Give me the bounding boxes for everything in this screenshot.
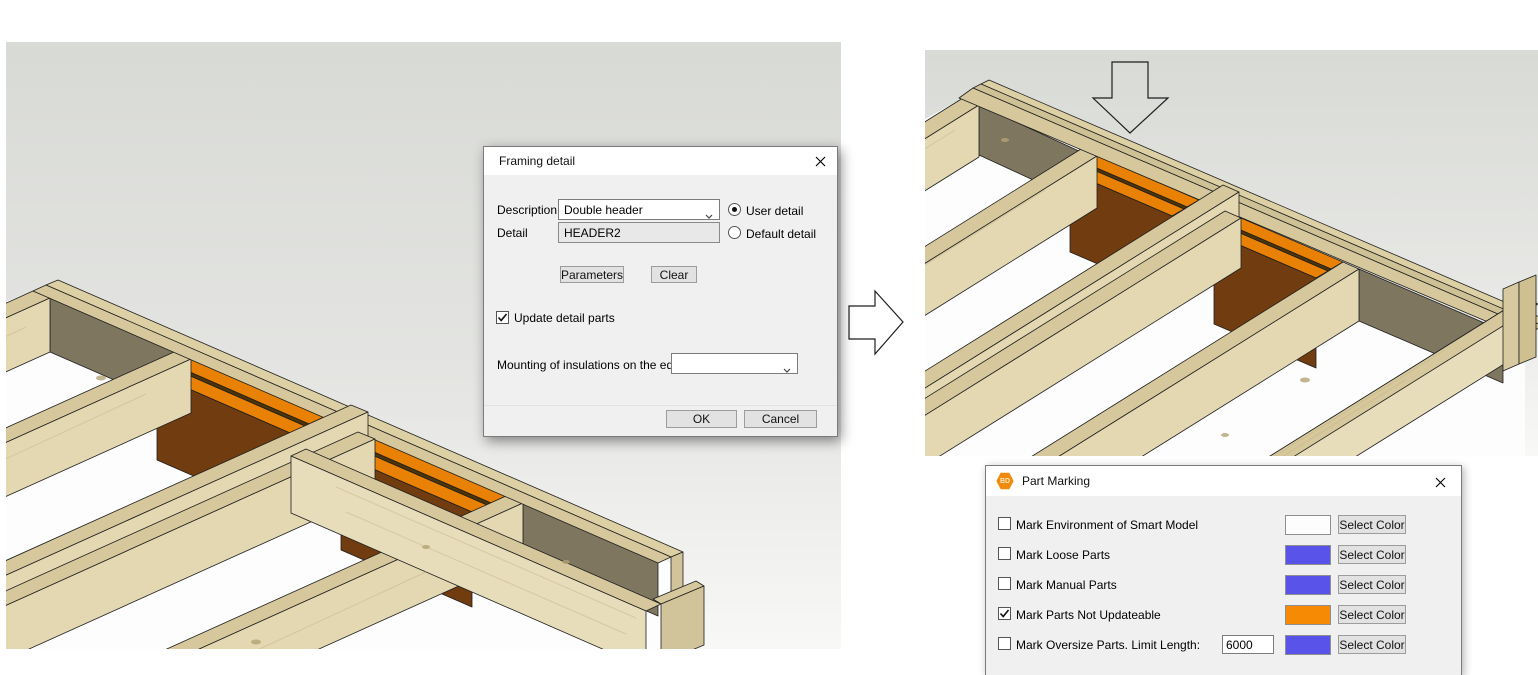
right-3d-viewport[interactable] — [925, 50, 1538, 456]
environment-color-swatch — [1285, 515, 1331, 535]
transition-arrow — [845, 284, 909, 362]
part-marking-dialog: BD Part Marking Mark Environment of Smar… — [985, 465, 1462, 675]
loose-parts-color-swatch — [1285, 545, 1331, 565]
clear-button[interactable]: Clear — [651, 266, 697, 283]
select-color-button[interactable]: Select Color — [1338, 545, 1406, 564]
oversize-color-swatch — [1285, 635, 1331, 655]
default-detail-label: Default detail — [746, 227, 816, 241]
description-label: Description — [497, 203, 557, 217]
select-color-button[interactable]: Select Color — [1338, 515, 1406, 534]
manual-parts-color-swatch — [1285, 575, 1331, 595]
description-value: Double header — [564, 203, 643, 217]
mark-parts-not-updateable-checkbox[interactable] — [998, 607, 1011, 620]
mark-environment-row: Mark Environment of Smart Model Select C… — [986, 514, 1461, 536]
mark-loose-parts-row: Mark Loose Parts Select Color — [986, 544, 1461, 566]
parameters-button[interactable]: Parameters — [560, 266, 624, 283]
mark-manual-parts-label: Mark Manual Parts — [1016, 578, 1117, 592]
dialog-title: Part Marking — [1022, 474, 1090, 488]
default-detail-radio[interactable] — [728, 226, 741, 239]
mounting-label: Mounting of insulations on the edge — [497, 358, 686, 372]
not-updateable-color-swatch — [1285, 605, 1331, 625]
select-color-button[interactable]: Select Color — [1338, 575, 1406, 594]
user-detail-radio[interactable] — [728, 203, 741, 216]
part-marking-app-icon: BD — [996, 472, 1014, 490]
mark-loose-parts-checkbox[interactable] — [998, 547, 1011, 560]
limit-length-input[interactable] — [1222, 635, 1274, 654]
user-detail-label: User detail — [746, 204, 803, 218]
description-combobox[interactable]: Double header — [558, 199, 720, 220]
mark-parts-not-updateable-row: Mark Parts Not Updateable Select Color — [986, 604, 1461, 626]
framing-detail-dialog: Framing detail Description Double header… — [483, 146, 838, 437]
mark-environment-label: Mark Environment of Smart Model — [1016, 518, 1198, 532]
detail-value: HEADER2 — [564, 226, 621, 240]
mark-oversize-parts-row: Mark Oversize Parts. Limit Length: Selec… — [986, 634, 1461, 656]
mark-environment-checkbox[interactable] — [998, 517, 1011, 530]
chevron-down-icon — [705, 208, 713, 222]
update-detail-parts-checkbox[interactable] — [496, 311, 509, 324]
right-arrow-icon — [849, 291, 903, 354]
mark-oversize-parts-checkbox[interactable] — [998, 637, 1011, 650]
mounting-combobox[interactable] — [671, 353, 798, 374]
cancel-button[interactable]: Cancel — [744, 410, 817, 428]
select-color-button[interactable]: Select Color — [1338, 605, 1406, 624]
chevron-down-icon — [783, 362, 791, 376]
mark-manual-parts-checkbox[interactable] — [998, 577, 1011, 590]
framing-dialog-titlebar[interactable]: Framing detail — [484, 147, 837, 175]
mark-oversize-parts-label: Mark Oversize Parts. Limit Length: — [1016, 638, 1200, 652]
select-color-button[interactable]: Select Color — [1338, 635, 1406, 654]
part-marking-titlebar[interactable]: BD Part Marking — [986, 466, 1461, 496]
dialog-title: Framing detail — [499, 154, 575, 168]
mark-parts-not-updateable-label: Mark Parts Not Updateable — [1016, 608, 1161, 622]
detail-field[interactable]: HEADER2 — [558, 222, 720, 243]
ok-button[interactable]: OK — [666, 410, 737, 428]
mark-manual-parts-row: Mark Manual Parts Select Color — [986, 574, 1461, 596]
detail-label: Detail — [497, 226, 528, 240]
update-detail-parts-label: Update detail parts — [514, 311, 615, 325]
close-icon[interactable] — [811, 153, 829, 169]
close-icon[interactable] — [1431, 474, 1449, 490]
footer-separator — [484, 405, 837, 406]
mark-loose-parts-label: Mark Loose Parts — [1016, 548, 1110, 562]
